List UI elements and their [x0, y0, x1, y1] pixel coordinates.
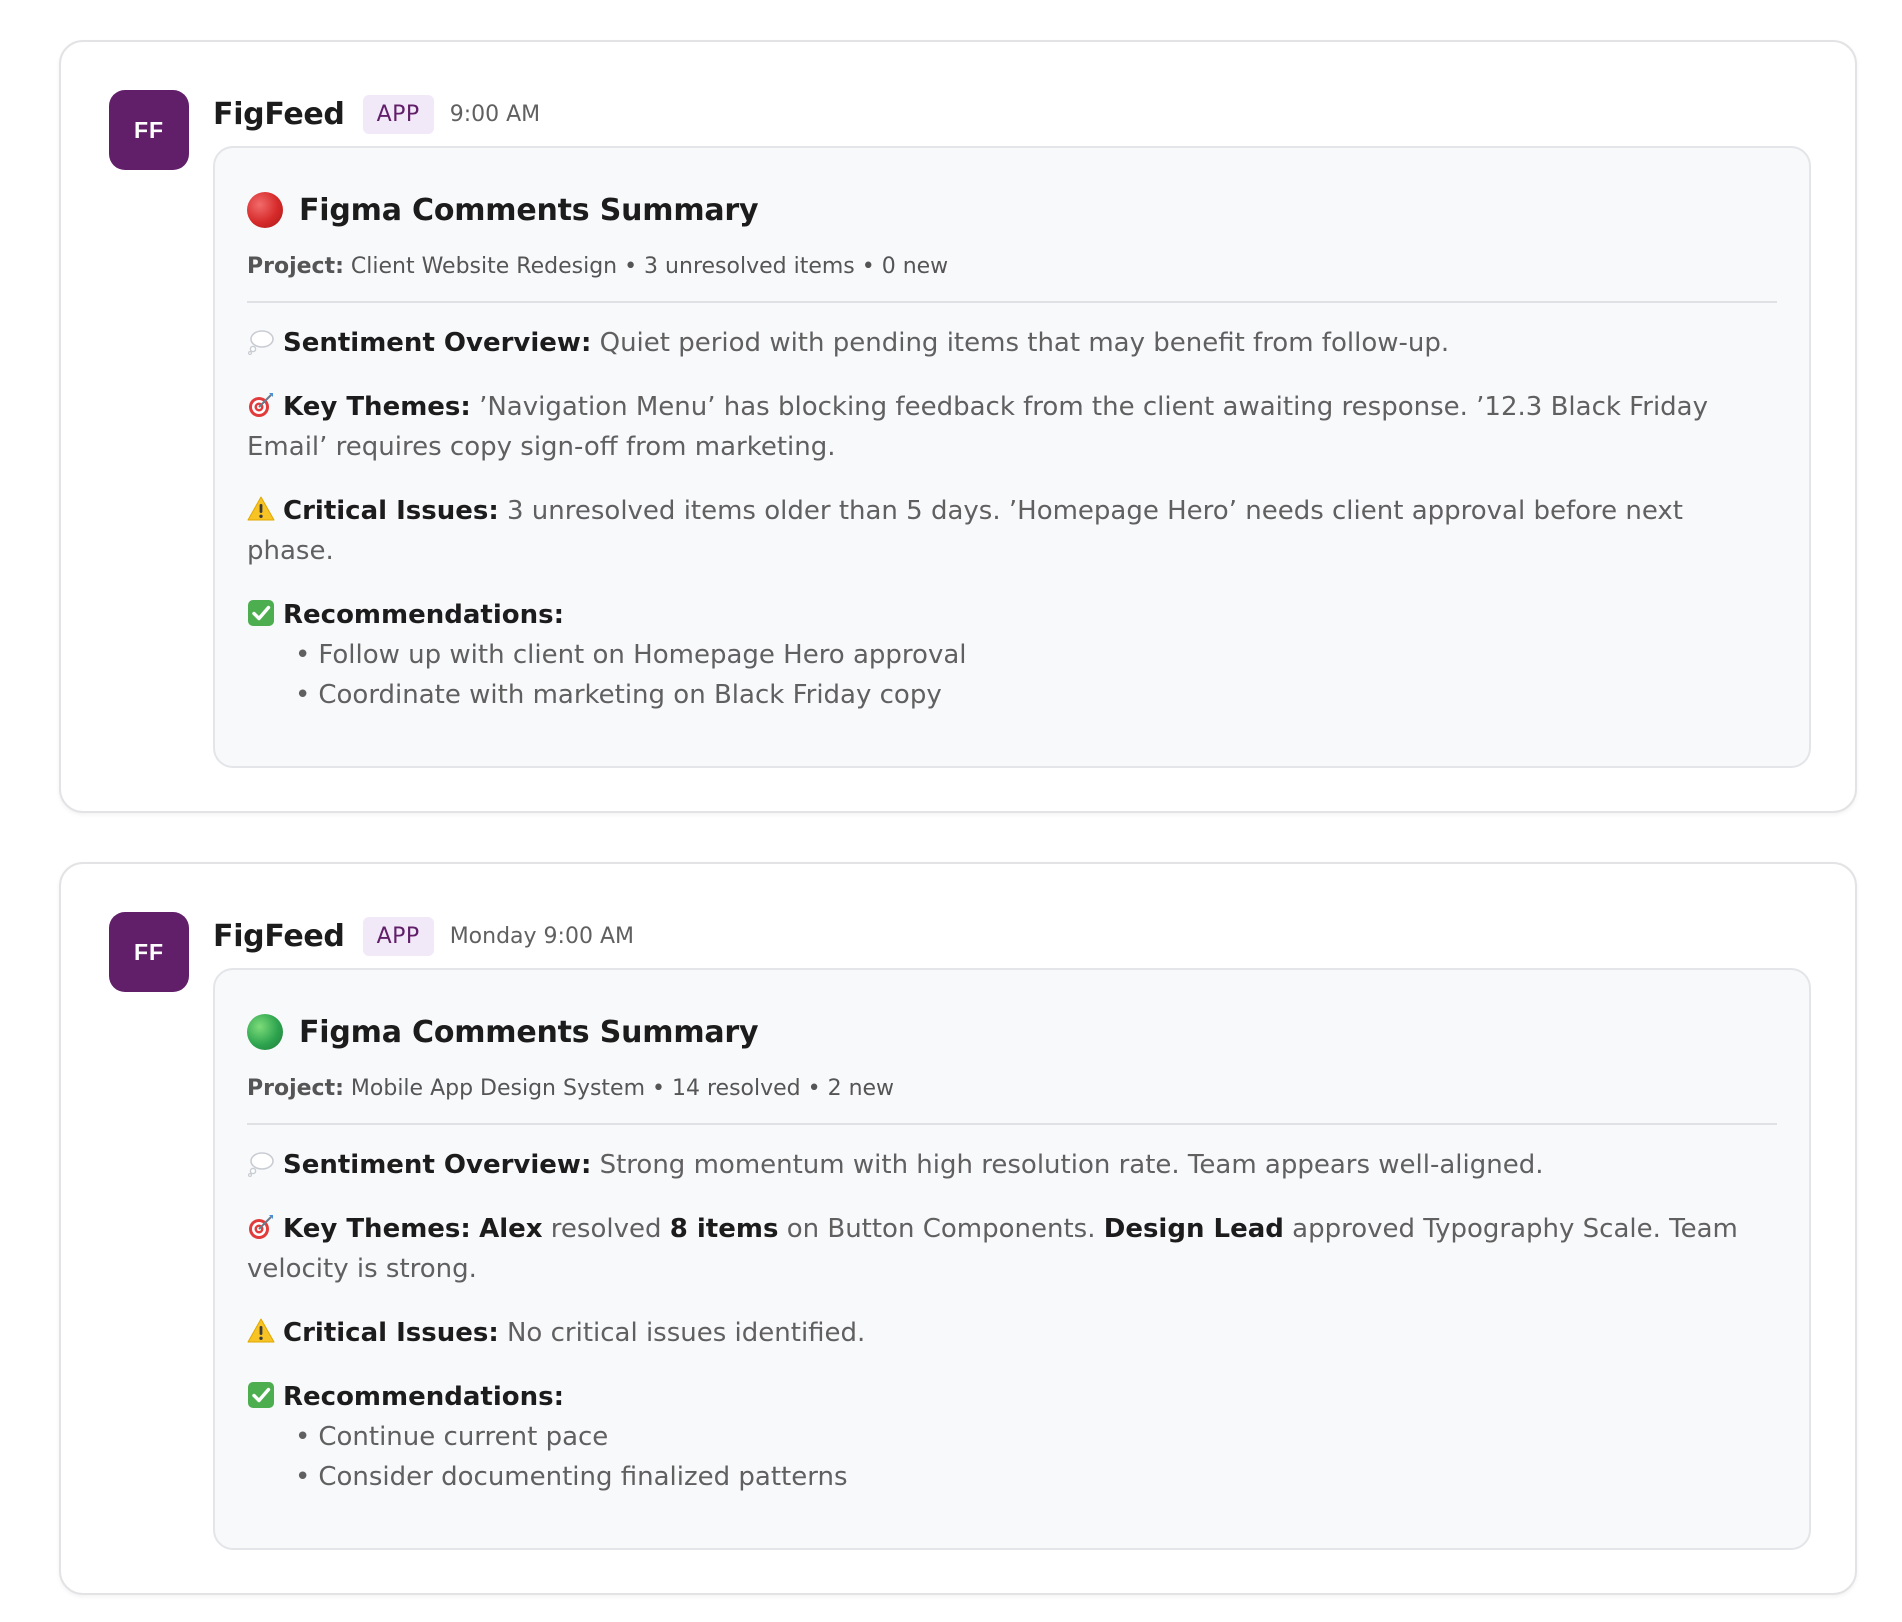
sender-name[interactable]: FigFeed — [213, 919, 345, 954]
avatar[interactable]: FF — [109, 912, 189, 992]
red-circle-icon — [247, 192, 283, 228]
sentiment-section: Sentiment Overview: Quiet period with pe… — [247, 323, 1777, 363]
target-icon — [249, 1215, 273, 1239]
project-meta: Project: Mobile App Design System • 14 r… — [247, 1076, 1777, 1125]
summary-attachment: Figma Comments Summary Project: Client W… — [213, 146, 1811, 768]
themes-text: resolved — [550, 1214, 662, 1244]
sentiment-label: Sentiment Overview: — [283, 1150, 592, 1180]
sender-name[interactable]: FigFeed — [213, 97, 345, 132]
card-title: Figma Comments Summary — [247, 186, 1777, 234]
themes-section: Key Themes: ’Navigation Menu’ has blocki… — [247, 387, 1777, 467]
message-feed: FF FigFeed APP 9:00 AM Figma Comments Su… — [0, 0, 1902, 1622]
mention-name: Alex — [479, 1214, 543, 1244]
themes-label: Key Themes: — [283, 1214, 471, 1244]
warning-icon — [247, 496, 275, 521]
issues-text: No critical issues identified. — [506, 1318, 866, 1348]
app-badge: APP — [362, 916, 434, 956]
recommendation-item: Coordinate with marketing on Black Frida… — [295, 675, 1777, 715]
app-badge: APP — [362, 94, 434, 134]
message-header: FigFeed APP Monday 9:00 AM — [213, 914, 634, 958]
card-title-text: Figma Comments Summary — [299, 192, 759, 228]
themes-label: Key Themes: — [283, 392, 471, 422]
recommendation-item: Consider documenting finalized patterns — [295, 1457, 1777, 1497]
check-mark-button-icon — [248, 600, 274, 626]
issues-section: Critical Issues: 3 unresolved items olde… — [247, 491, 1777, 571]
project-meta-text: Mobile App Design System • 14 resolved •… — [350, 1076, 895, 1101]
issues-section: Critical Issues: No critical issues iden… — [247, 1313, 1777, 1353]
recommendations-section: Recommendations: Continue current pace C… — [247, 1377, 1777, 1497]
card-title: Figma Comments Summary — [247, 1008, 1777, 1056]
issues-label: Critical Issues: — [283, 496, 499, 526]
warning-icon — [247, 1318, 275, 1343]
project-label: Project: — [247, 254, 344, 279]
themes-section: Key Themes: Alex resolved 8 items on But… — [247, 1209, 1777, 1289]
message-header: FigFeed APP 9:00 AM — [213, 92, 540, 136]
project-label: Project: — [247, 1076, 344, 1101]
themes-text: on Button Components. — [786, 1214, 1096, 1244]
issues-label: Critical Issues: — [283, 1318, 499, 1348]
card-title-text: Figma Comments Summary — [299, 1014, 759, 1050]
recommendations-list: Continue current pace Consider documenti… — [247, 1417, 1777, 1497]
recommendations-list: Follow up with client on Homepage Hero a… — [247, 635, 1777, 715]
sentiment-text: Strong momentum with high resolution rat… — [599, 1150, 1544, 1180]
timestamp[interactable]: 9:00 AM — [450, 102, 540, 127]
message-card: FF FigFeed APP 9:00 AM Figma Comments Su… — [59, 40, 1857, 813]
sentiment-text: Quiet period with pending items that may… — [599, 328, 1450, 358]
message-card: FF FigFeed APP Monday 9:00 AM Figma Comm… — [59, 862, 1857, 1595]
thought-balloon-icon — [248, 1152, 274, 1177]
recommendations-label: Recommendations: — [283, 600, 564, 630]
project-meta-text: Client Website Redesign • 3 unresolved i… — [350, 254, 949, 279]
sentiment-label: Sentiment Overview: — [283, 328, 592, 358]
mention-name: Design Lead — [1103, 1214, 1284, 1244]
recommendation-item: Follow up with client on Homepage Hero a… — [295, 635, 1777, 675]
green-circle-icon — [247, 1014, 283, 1050]
recommendations-section: Recommendations: Follow up with client o… — [247, 595, 1777, 715]
avatar[interactable]: FF — [109, 90, 189, 170]
summary-attachment: Figma Comments Summary Project: Mobile A… — [213, 968, 1811, 1550]
thought-balloon-icon — [248, 330, 274, 355]
project-meta: Project: Client Website Redesign • 3 unr… — [247, 254, 1777, 303]
target-icon — [249, 393, 273, 417]
check-mark-button-icon — [248, 1382, 274, 1408]
timestamp[interactable]: Monday 9:00 AM — [450, 924, 634, 949]
recommendations-label: Recommendations: — [283, 1382, 564, 1412]
recommendation-item: Continue current pace — [295, 1417, 1777, 1457]
sentiment-section: Sentiment Overview: Strong momentum with… — [247, 1145, 1777, 1185]
highlight-count: 8 items — [669, 1214, 779, 1244]
